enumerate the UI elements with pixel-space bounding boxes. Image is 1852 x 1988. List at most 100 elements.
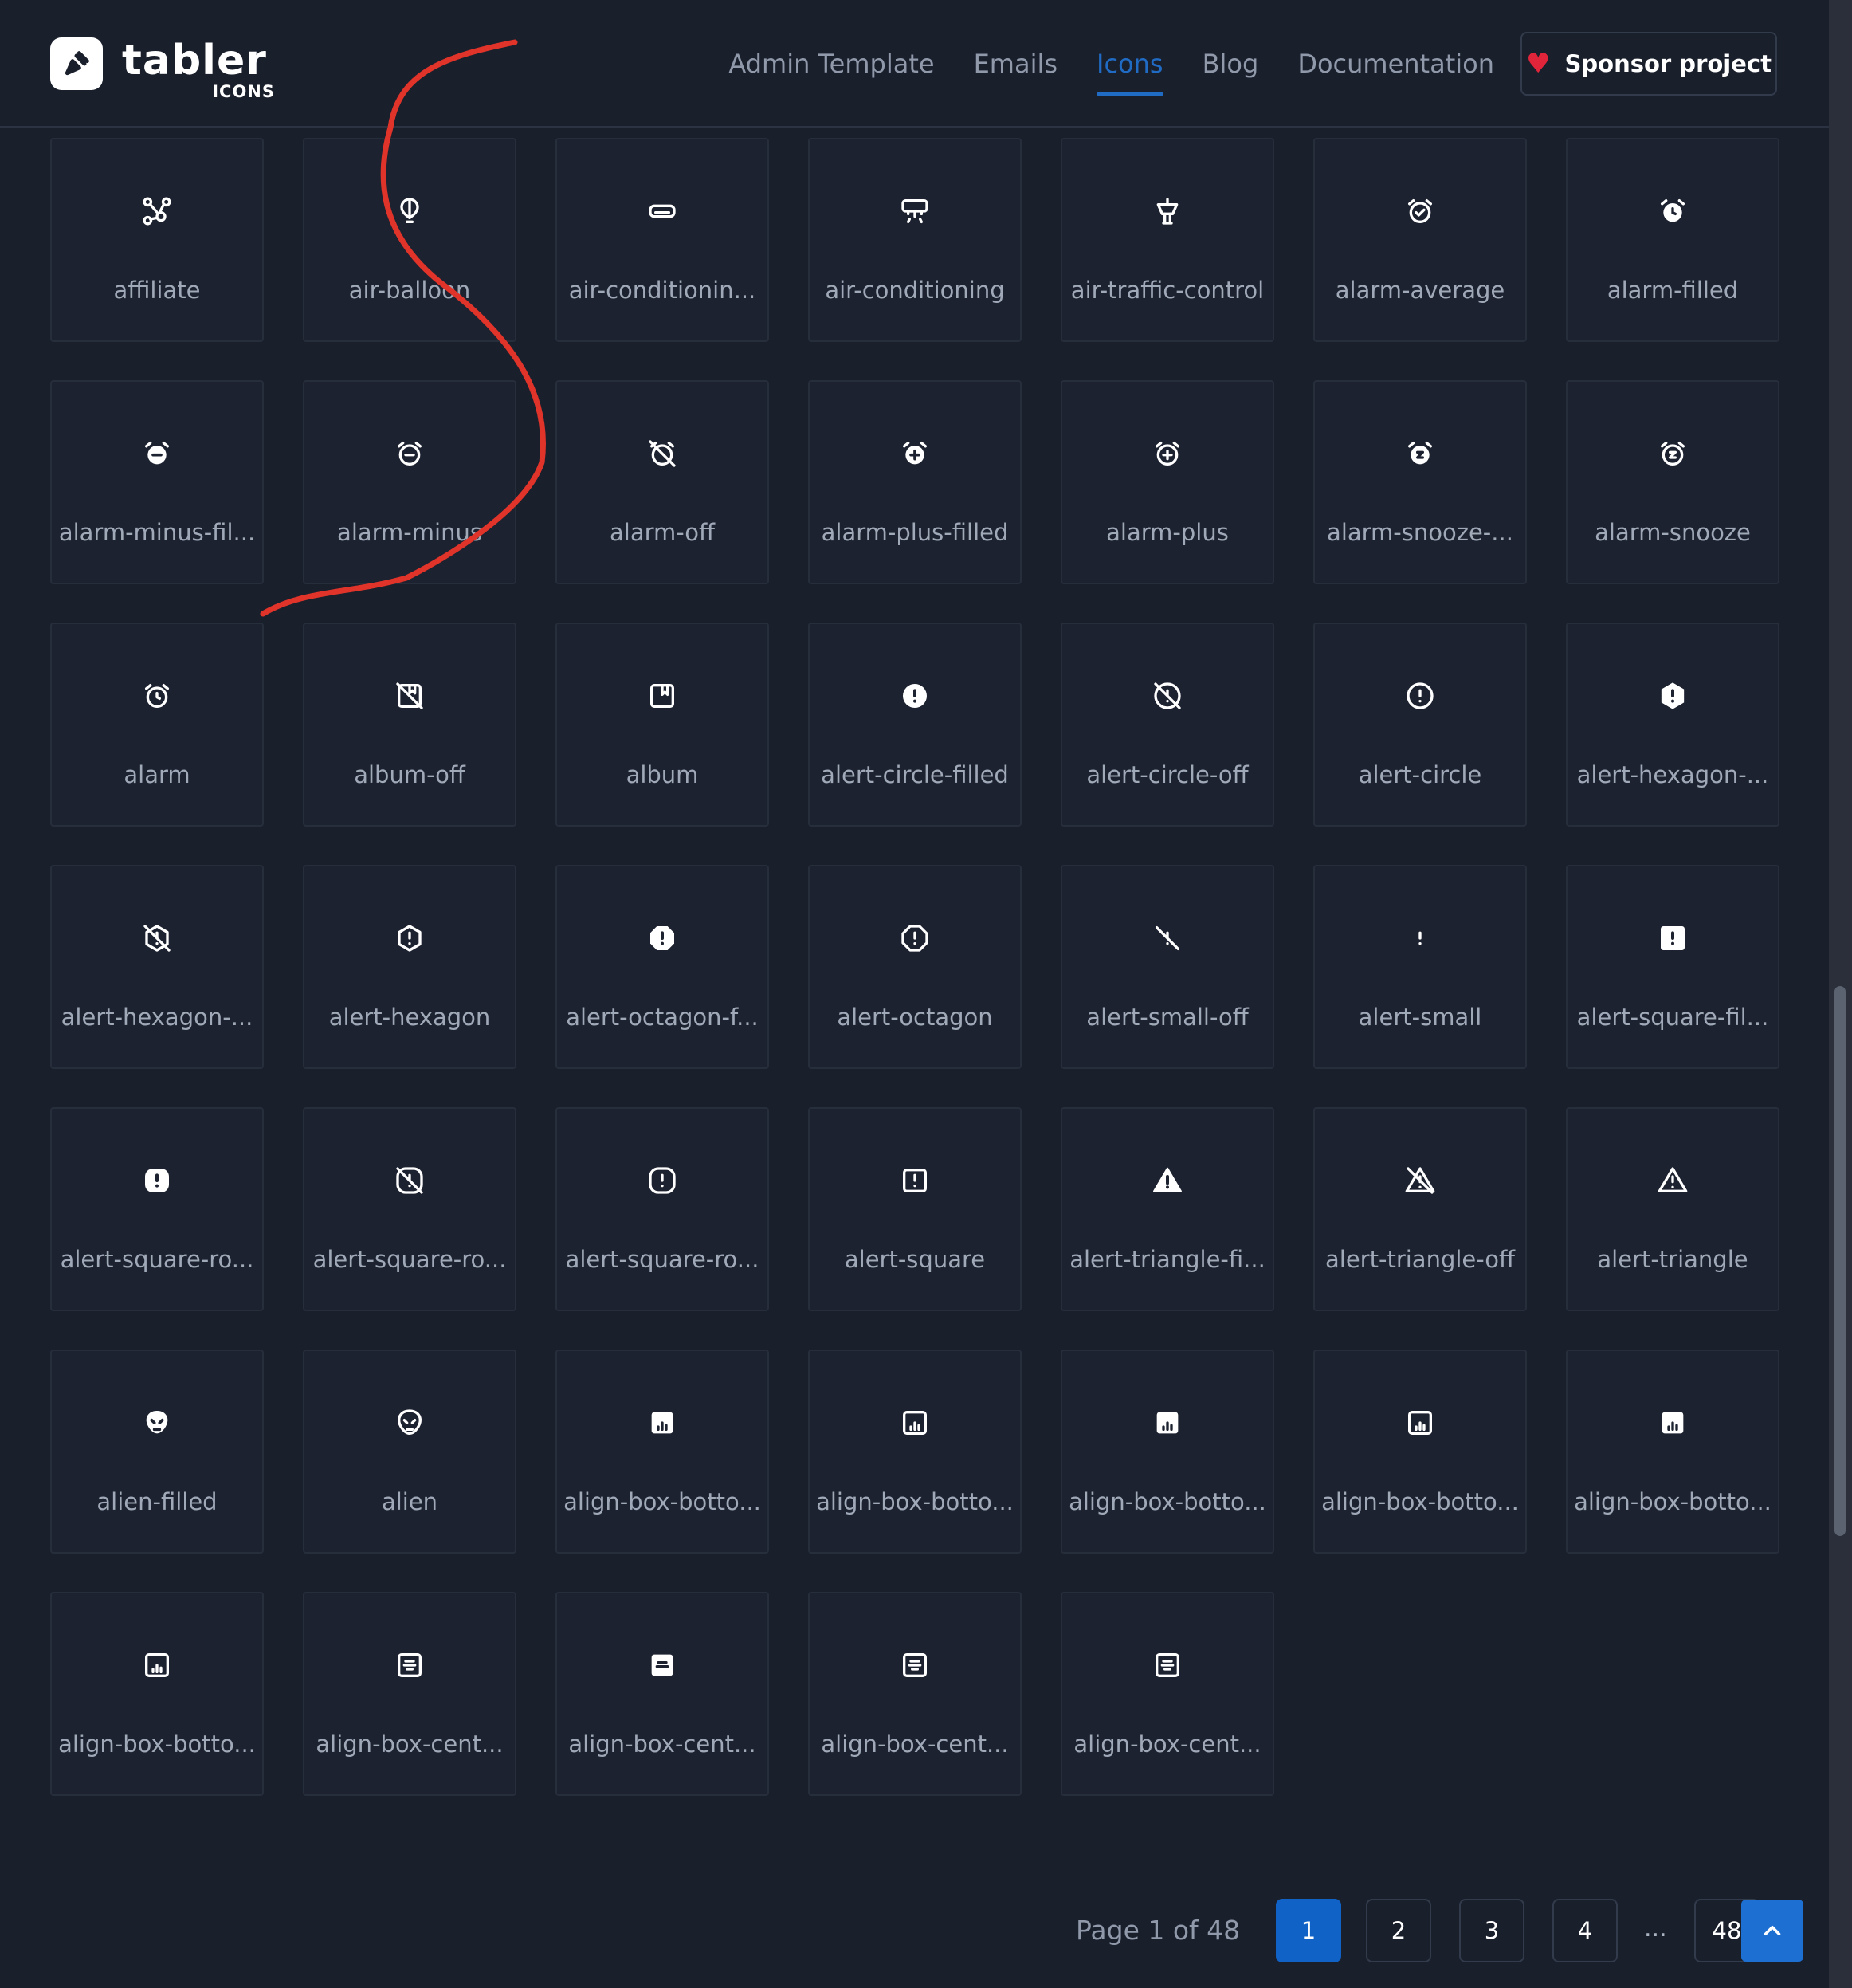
icon-tile[interactable]: alert-square-fil... bbox=[1566, 865, 1779, 1069]
icon-label: alien-filled bbox=[96, 1488, 218, 1515]
alert-small-off-icon bbox=[1152, 922, 1183, 954]
alarm-snooze-icon bbox=[1657, 438, 1689, 469]
icon-tile[interactable]: alert-square-ro... bbox=[50, 1107, 264, 1311]
icon-label: alarm-minus bbox=[337, 519, 482, 546]
nav-link-emails[interactable]: Emails bbox=[974, 32, 1057, 96]
icon-tile[interactable]: affiliate bbox=[50, 138, 264, 342]
icon-tile[interactable]: alarm-minus bbox=[303, 380, 516, 584]
icon-label: alarm-snooze-... bbox=[1327, 519, 1513, 546]
icon-label: alarm-off bbox=[610, 519, 715, 546]
icon-tile[interactable]: alert-triangle-off bbox=[1313, 1107, 1527, 1311]
icon-label: align-box-cent... bbox=[821, 1731, 1009, 1758]
icon-tile[interactable]: alert-triangle-fi... bbox=[1061, 1107, 1274, 1311]
icon-label: air-conditionin... bbox=[568, 277, 756, 304]
icon-tile[interactable]: alert-hexagon bbox=[303, 865, 516, 1069]
icon-tile[interactable]: alarm-plus-filled bbox=[808, 380, 1022, 584]
icon-tile[interactable]: alarm bbox=[50, 623, 264, 827]
icon-tile[interactable]: album bbox=[555, 623, 769, 827]
icon-tile[interactable]: album-off bbox=[303, 623, 516, 827]
icon-label: alert-triangle-fi... bbox=[1069, 1246, 1265, 1273]
page-button-1[interactable]: 1 bbox=[1276, 1899, 1341, 1962]
icon-tile[interactable]: alert-square-ro... bbox=[555, 1107, 769, 1311]
scrollbar-thumb[interactable] bbox=[1834, 986, 1846, 1536]
nav-link-blog[interactable]: Blog bbox=[1203, 32, 1259, 96]
alien-icon bbox=[394, 1407, 426, 1439]
align-bottom-icon bbox=[1404, 1407, 1436, 1439]
alarm-minus-icon bbox=[394, 438, 426, 469]
icon-tile[interactable]: air-conditionin... bbox=[555, 138, 769, 342]
icon-tile[interactable]: alert-small bbox=[1313, 865, 1527, 1069]
ac-off-icon bbox=[646, 195, 678, 227]
air-balloon-icon bbox=[394, 195, 426, 227]
icon-label: alarm-plus bbox=[1106, 519, 1229, 546]
icon-tile[interactable]: alert-triangle bbox=[1566, 1107, 1779, 1311]
sponsor-project-button[interactable]: ♥ Sponsor project bbox=[1520, 32, 1777, 96]
alert-triangle-icon bbox=[1657, 1165, 1689, 1196]
icon-tile[interactable]: alarm-snooze bbox=[1566, 380, 1779, 584]
page-button-4[interactable]: 4 bbox=[1552, 1899, 1618, 1962]
icon-tile[interactable]: alien bbox=[303, 1350, 516, 1554]
icon-tile[interactable]: alert-hexagon-... bbox=[1566, 623, 1779, 827]
page-scrollbar[interactable] bbox=[1829, 0, 1852, 1988]
page-button-2[interactable]: 2 bbox=[1366, 1899, 1431, 1962]
icon-tile[interactable]: alarm-off bbox=[555, 380, 769, 584]
nav-link-admin-template[interactable]: Admin Template bbox=[728, 32, 934, 96]
top-navbar: tabler ICONS Admin Template Emails Icons Bl… bbox=[0, 0, 1829, 128]
icon-tile[interactable]: align-box-botto... bbox=[555, 1350, 769, 1554]
icon-label: alert-hexagon-... bbox=[1576, 761, 1769, 788]
icon-tile[interactable]: align-box-cent... bbox=[303, 1592, 516, 1796]
alert-hexagon-off-icon bbox=[141, 922, 173, 954]
icon-tile[interactable]: alien-filled bbox=[50, 1350, 264, 1554]
alarm-minus-filled-icon bbox=[141, 438, 173, 469]
alert-triangle-off-icon bbox=[1404, 1165, 1436, 1196]
icon-tile[interactable]: alarm-average bbox=[1313, 138, 1527, 342]
ac-icon bbox=[899, 195, 931, 227]
alert-circle-off-icon bbox=[1152, 680, 1183, 712]
icon-tile[interactable]: align-box-botto... bbox=[1061, 1350, 1274, 1554]
icon-tile[interactable]: air-balloon bbox=[303, 138, 516, 342]
nav-link-documentation[interactable]: Documentation bbox=[1297, 32, 1494, 96]
icon-tile[interactable]: align-box-cent... bbox=[808, 1592, 1022, 1796]
icon-tile[interactable]: alert-octagon-f... bbox=[555, 865, 769, 1069]
page-info: Page 1 of 48 bbox=[1076, 1915, 1241, 1946]
icon-tile[interactable]: align-box-cent... bbox=[1061, 1592, 1274, 1796]
icon-tile[interactable]: alarm-plus bbox=[1061, 380, 1274, 584]
tabler-logo[interactable]: tabler ICONS bbox=[50, 37, 274, 101]
align-center-filled-icon bbox=[646, 1649, 678, 1681]
icon-tile[interactable]: align-box-botto... bbox=[50, 1592, 264, 1796]
icon-tile[interactable]: alert-square bbox=[808, 1107, 1022, 1311]
icon-tile[interactable]: align-box-botto... bbox=[808, 1350, 1022, 1554]
align-bottom-filled-icon bbox=[1657, 1407, 1689, 1439]
page-button-3[interactable]: 3 bbox=[1459, 1899, 1524, 1962]
icon-label: alert-triangle bbox=[1597, 1246, 1748, 1273]
icon-tile[interactable]: alert-circle bbox=[1313, 623, 1527, 827]
icon-tile[interactable]: align-box-botto... bbox=[1313, 1350, 1527, 1554]
icon-tile[interactable]: alarm-filled bbox=[1566, 138, 1779, 342]
icon-tile[interactable]: alert-circle-filled bbox=[808, 623, 1022, 827]
icon-label: alarm-plus-filled bbox=[821, 519, 1009, 546]
icon-tile[interactable]: alarm-snooze-... bbox=[1313, 380, 1527, 584]
icon-label: alert-square bbox=[844, 1246, 986, 1273]
alarm-average-icon bbox=[1404, 195, 1436, 227]
icon-tile[interactable]: alert-hexagon-... bbox=[50, 865, 264, 1069]
icon-label: align-box-botto... bbox=[563, 1488, 761, 1515]
icon-tile[interactable]: alert-small-off bbox=[1061, 865, 1274, 1069]
icon-tile[interactable]: alert-square-ro... bbox=[303, 1107, 516, 1311]
icon-tile[interactable]: air-conditioning bbox=[808, 138, 1022, 342]
scroll-to-top-button[interactable] bbox=[1741, 1900, 1803, 1962]
icon-label: alert-square-ro... bbox=[312, 1246, 507, 1273]
icon-label: air-traffic-control bbox=[1070, 277, 1265, 304]
icon-label: align-box-cent... bbox=[316, 1731, 504, 1758]
icon-tile[interactable]: alert-octagon bbox=[808, 865, 1022, 1069]
icon-tile[interactable]: air-traffic-control bbox=[1061, 138, 1274, 342]
affiliate-icon bbox=[141, 195, 173, 227]
nav-link-icons[interactable]: Icons bbox=[1097, 32, 1163, 96]
icon-tile[interactable]: align-box-botto... bbox=[1566, 1350, 1779, 1554]
main-nav: Admin Template Emails Icons Blog Documentati… bbox=[689, 32, 1494, 96]
sponsor-label: Sponsor project bbox=[1564, 50, 1772, 77]
icon-tile[interactable]: alarm-minus-fil... bbox=[50, 380, 264, 584]
align-bottom-filled-icon bbox=[1152, 1407, 1183, 1439]
icon-tile[interactable]: align-box-cent... bbox=[555, 1592, 769, 1796]
icon-tile[interactable]: alert-circle-off bbox=[1061, 623, 1274, 827]
icon-label: alert-square-ro... bbox=[565, 1246, 759, 1273]
